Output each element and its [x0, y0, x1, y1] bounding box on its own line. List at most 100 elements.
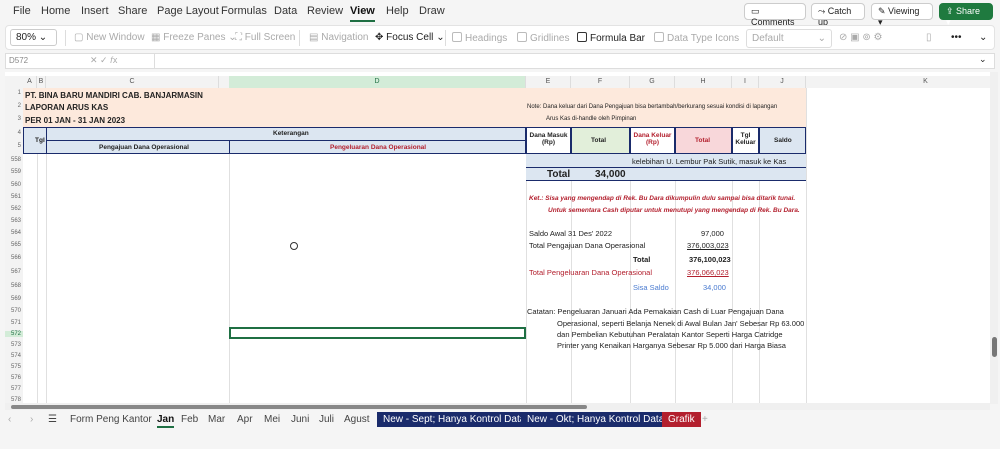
row-header[interactable]: 566 — [5, 255, 23, 261]
comments-button[interactable]: ▭ Comments — [744, 3, 806, 27]
row-header[interactable]: 564 — [5, 230, 23, 236]
horizontal-scrollbar[interactable] — [5, 403, 990, 410]
row-header[interactable]: 572 — [5, 331, 23, 337]
col-header[interactable]: K — [806, 76, 990, 88]
col-header[interactable]: I — [732, 76, 759, 88]
tab-mar[interactable]: Mar — [208, 414, 225, 425]
menu-formulas[interactable]: Formulas — [221, 5, 267, 17]
navigation-button[interactable]: ▤ Navigation — [309, 32, 369, 43]
menu-draw[interactable]: Draw — [419, 5, 445, 17]
row-header[interactable]: 562 — [5, 206, 23, 212]
menu-view[interactable]: View — [350, 5, 375, 22]
row-header[interactable]: 568 — [5, 283, 23, 289]
tab-apr[interactable]: Apr — [237, 414, 253, 425]
all-sheets-icon[interactable]: ☰ — [48, 414, 57, 425]
tab-mei[interactable]: Mei — [264, 414, 280, 425]
row-header[interactable]: 575 — [5, 364, 23, 370]
col-header[interactable]: C — [46, 76, 219, 88]
tab-jan[interactable]: Jan — [157, 414, 175, 428]
more-icon[interactable]: ••• — [951, 32, 962, 43]
gridline — [571, 154, 572, 404]
chevron-down-icon[interactable]: ⌄ — [979, 54, 987, 65]
menu-bar: File Home Insert Share Page Layout Formu… — [0, 0, 1000, 27]
page-icon[interactable]: ▯ — [926, 32, 932, 43]
col-header[interactable]: G — [630, 76, 675, 88]
row-header[interactable]: 5 — [5, 143, 23, 149]
menu-help[interactable]: Help — [386, 5, 409, 17]
row-header[interactable]: 560 — [5, 182, 23, 188]
col-header[interactable]: D — [229, 76, 526, 88]
row-header[interactable]: 565 — [5, 242, 23, 248]
menu-data[interactable]: Data — [274, 5, 297, 17]
zoom-select[interactable]: 80% ⌄ — [10, 29, 57, 46]
tab-grafik[interactable]: Grafik — [662, 412, 701, 427]
tab-new-okt[interactable]: New - Okt; Hanya Kontrol Data — [521, 412, 671, 427]
checkbox-icon — [517, 32, 527, 42]
ket-line: Untuk sementara Cash diputar untuk menut… — [548, 207, 800, 214]
menu-page-layout[interactable]: Page Layout — [157, 5, 219, 17]
headings-checkbox[interactable]: Headings — [452, 32, 507, 44]
menu-share[interactable]: Share — [118, 5, 147, 17]
full-screen-button[interactable]: ⛶ Full Screen — [235, 32, 295, 43]
tab-feb[interactable]: Feb — [181, 414, 198, 425]
cell-kelebihan[interactable]: kelebihan U. Lembur Pak Sutik, masuk ke … — [632, 157, 786, 166]
gridlines-label: Gridlines — [530, 33, 570, 44]
row-header[interactable]: 559 — [5, 169, 23, 175]
data-type-icons-checkbox[interactable]: Data Type Icons — [654, 32, 739, 44]
row-header[interactable]: 558 — [5, 157, 23, 163]
divider — [445, 30, 446, 46]
share-button[interactable]: ⇪ Share ▾ — [939, 3, 993, 27]
tab-juli[interactable]: Juli — [319, 414, 334, 425]
row-header[interactable]: 4 — [5, 130, 23, 136]
tab-juni[interactable]: Juni — [291, 414, 309, 425]
viewing-button[interactable]: ✎ Viewing ▾ — [871, 3, 933, 27]
row-header[interactable]: 569 — [5, 296, 23, 302]
row-header[interactable]: 2 — [5, 103, 23, 109]
add-sheet-icon[interactable]: + — [702, 414, 708, 425]
gridlines-checkbox[interactable]: Gridlines — [517, 32, 569, 44]
col-header[interactable]: J — [759, 76, 806, 88]
formula-input[interactable] — [154, 54, 984, 68]
col-header[interactable]: H — [675, 76, 732, 88]
freeze-panes-button[interactable]: ▦ Freeze Panes ⌄ — [151, 32, 237, 43]
row-header[interactable]: 574 — [5, 353, 23, 359]
selected-cell-D572[interactable] — [229, 327, 526, 339]
spreadsheet-grid[interactable]: A B C D E F G H I J K 1 2 3 4 5 558 559 … — [5, 72, 990, 404]
catchup-button[interactable]: ⤳ Catch up — [811, 3, 865, 27]
menu-home[interactable]: Home — [41, 5, 70, 17]
name-box[interactable]: D572 — [9, 56, 28, 65]
row-header[interactable]: 570 — [5, 308, 23, 314]
menu-insert[interactable]: Insert — [81, 5, 109, 17]
col-header[interactable]: F — [571, 76, 630, 88]
col-header[interactable]: B — [37, 76, 46, 88]
menu-review[interactable]: Review — [307, 5, 343, 17]
tab-agust[interactable]: Agust — [344, 414, 370, 425]
chevron-right-icon[interactable]: › — [30, 414, 33, 425]
focus-cell-button[interactable]: ✥ Focus Cell ⌄ — [375, 32, 445, 43]
sheet-view-select[interactable]: Default ⌄ — [746, 29, 832, 48]
catatan-line: Catatan: Pengeluaran Januari Ada Pemakai… — [527, 307, 784, 316]
formula-bar-checkbox[interactable]: Formula Bar — [577, 32, 645, 44]
col-header[interactable]: A — [23, 76, 37, 88]
checkbox-icon — [654, 32, 664, 42]
row-header[interactable]: 571 — [5, 320, 23, 326]
row-header[interactable]: 576 — [5, 375, 23, 381]
row-header[interactable]: 1 — [5, 90, 23, 96]
row-header[interactable]: 563 — [5, 218, 23, 224]
scrollbar-thumb[interactable] — [992, 337, 997, 357]
tab-new-sept[interactable]: New - Sept; Hanya Kontrol Data — [377, 412, 532, 427]
row-header[interactable]: 567 — [5, 269, 23, 275]
row-header[interactable]: 3 — [5, 116, 23, 122]
menu-file[interactable]: File — [13, 5, 31, 17]
new-window-button[interactable]: ▢ New Window — [74, 32, 145, 43]
tab-form-peng-kantor[interactable]: Form Peng Kantor — [70, 414, 152, 425]
row-header[interactable]: 577 — [5, 386, 23, 392]
col-header[interactable]: E — [526, 76, 571, 88]
row-header[interactable]: 573 — [5, 342, 23, 348]
chevron-left-icon[interactable]: ‹ — [8, 414, 11, 425]
sheet-view-icons[interactable]: ⊘ ▣ ⊚ ⚙ — [839, 32, 883, 43]
scrollbar-thumb[interactable] — [11, 405, 587, 409]
chevron-down-icon[interactable]: ⌄ — [979, 32, 987, 43]
vertical-scrollbar[interactable] — [990, 72, 998, 404]
row-header[interactable]: 561 — [5, 194, 23, 200]
